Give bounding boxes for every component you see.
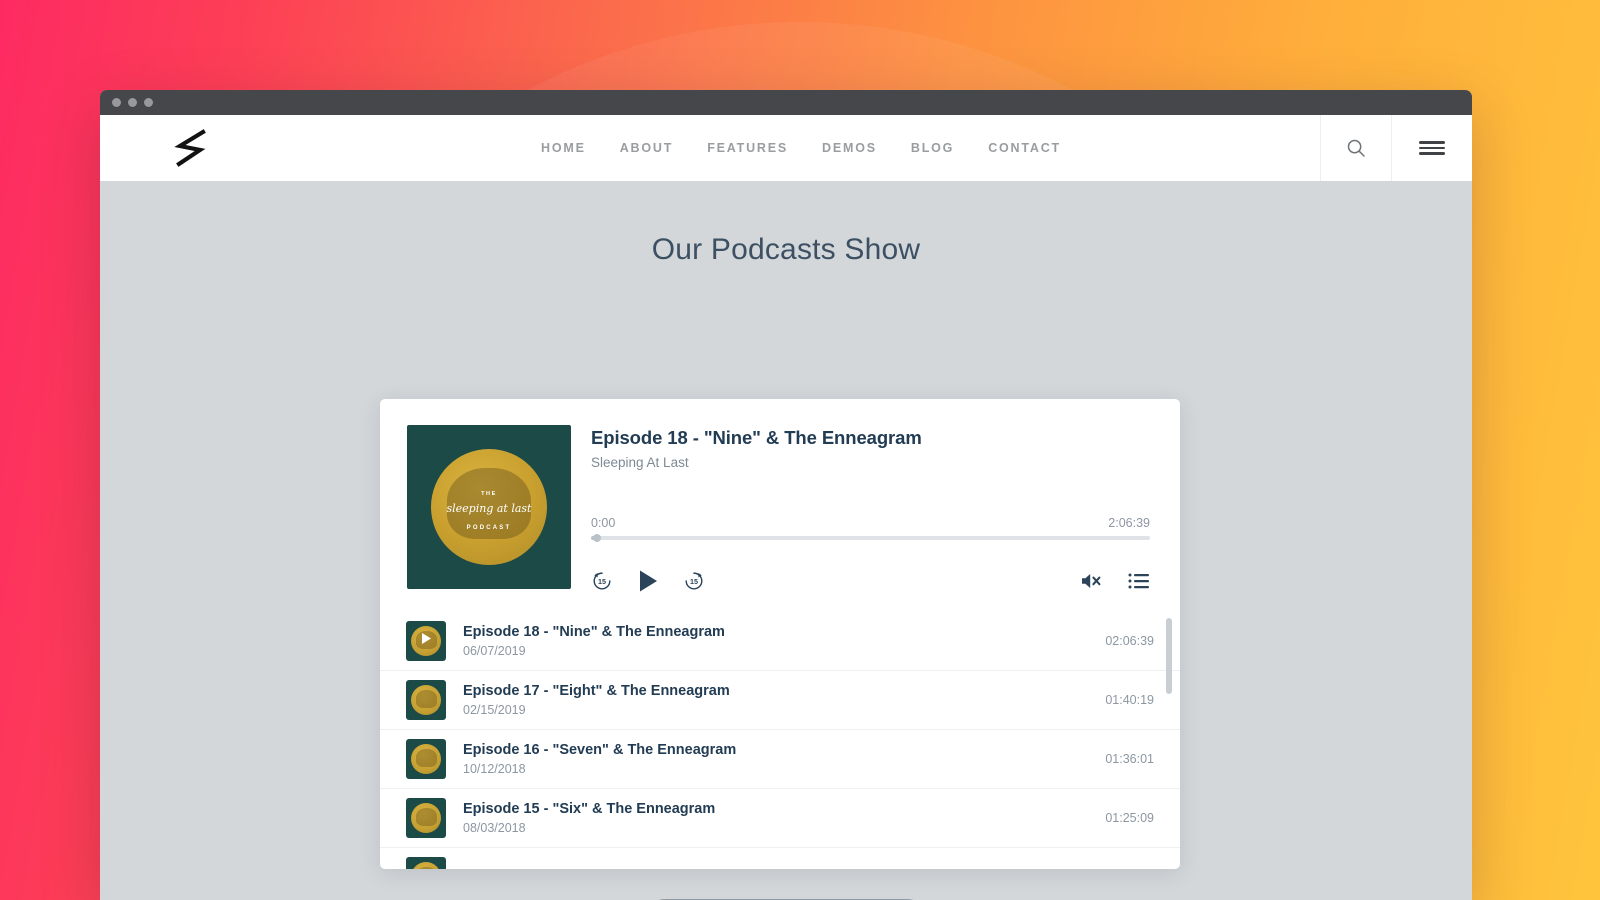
episode-thumbnail-circle xyxy=(411,862,441,869)
episode-row[interactable]: Episode 17 - "Eight" & The Enneagram 02/1… xyxy=(380,671,1180,730)
play-button[interactable] xyxy=(635,568,661,594)
nav-item-demos[interactable]: DEMOS xyxy=(822,141,877,155)
page-background: HOME ABOUT FEATURES DEMOS BLOG CONTACT O… xyxy=(0,0,1600,900)
episode-date: 10/12/2018 xyxy=(463,762,526,776)
album-art-line-the: THE xyxy=(481,490,497,497)
forward-15-button[interactable]: 15 xyxy=(683,570,705,592)
forward-15-icon: 15 xyxy=(685,572,703,590)
episode-title: Episode 16 - "Seven" & The Enneagram xyxy=(463,742,737,758)
logo[interactable] xyxy=(100,115,282,181)
rewind-15-icon: 15 xyxy=(593,572,611,590)
episode-title: Episode 18 - "Nine" & The Enneagram xyxy=(463,624,725,640)
search-button[interactable] xyxy=(1320,115,1391,181)
episode-list: Episode 18 - "Nine" & The Enneagram 06/07… xyxy=(380,612,1180,869)
minimize-window-dot[interactable] xyxy=(128,98,137,107)
episode-thumbnail xyxy=(406,857,446,869)
episode-duration: 01:36:01 xyxy=(1105,752,1154,766)
page-title: Our Podcasts Show xyxy=(651,233,921,266)
nav-item-home[interactable]: HOME xyxy=(541,141,586,155)
total-time: 2:06:39 xyxy=(1108,516,1150,530)
main-navigation: HOME ABOUT FEATURES DEMOS BLOG CONTACT xyxy=(282,115,1320,181)
podcast-player-card: THE sleeping at last PODCAST Episode 18 … xyxy=(380,399,1180,869)
episode-row[interactable]: Episode 14 - "June 30, 2018: PDS 70b - B… xyxy=(380,848,1180,869)
episode-title: Episode 15 - "Six" & The Enneagram xyxy=(463,801,716,817)
episode-thumbnail xyxy=(406,680,446,720)
episode-row[interactable]: Episode 16 - "Seven" & The Enneagram 10/1… xyxy=(380,730,1180,789)
episode-date: 08/03/2018 xyxy=(463,821,526,835)
nav-item-blog[interactable]: BLOG xyxy=(911,141,954,155)
episode-date: 02/15/2019 xyxy=(463,703,526,717)
episode-text: Episode 16 - "Seven" & The Enneagram 10/1… xyxy=(446,742,1091,776)
playlist-icon xyxy=(1128,573,1149,589)
player-header: THE sleeping at last PODCAST Episode 18 … xyxy=(380,399,1180,594)
episode-row[interactable]: Episode 15 - "Six" & The Enneagram 08/03/… xyxy=(380,789,1180,848)
episode-text: Episode 17 - "Eight" & The Enneagram 02/1… xyxy=(446,683,1091,717)
menu-button[interactable] xyxy=(1391,115,1472,181)
page-content: Our Podcasts Show THE sleeping at last P… xyxy=(100,181,1472,900)
episode-thumbnail xyxy=(406,739,446,779)
episode-play-icon xyxy=(419,632,433,651)
hamburger-menu-icon xyxy=(1419,138,1445,158)
episode-thumbnail-circle xyxy=(411,803,441,833)
playback-controls: 15 15 xyxy=(591,568,1150,594)
s-logo-icon xyxy=(174,129,206,167)
playlist-scrollbar-thumb[interactable] xyxy=(1166,618,1172,694)
episode-text: Episode 15 - "Six" & The Enneagram 08/03/… xyxy=(446,801,1091,835)
episode-thumbnail-circle xyxy=(411,685,441,715)
secondary-controls xyxy=(1080,571,1150,591)
episode-duration: 02:06:39 xyxy=(1105,634,1154,648)
episode-title: Episode 17 - "Eight" & The Enneagram xyxy=(463,683,730,699)
progress-block: 0:00 2:06:39 xyxy=(591,516,1150,542)
time-row: 0:00 2:06:39 xyxy=(591,516,1150,530)
now-playing-title: Episode 18 - "Nine" & The Enneagram xyxy=(591,427,922,448)
close-window-dot[interactable] xyxy=(112,98,121,107)
episode-duration: 01:25:09 xyxy=(1105,811,1154,825)
svg-text:15: 15 xyxy=(690,577,698,586)
player-info: Episode 18 - "Nine" & The Enneagram Slee… xyxy=(571,425,1150,594)
current-time: 0:00 xyxy=(591,516,616,530)
episode-thumbnail xyxy=(406,798,446,838)
album-art: THE sleeping at last PODCAST xyxy=(407,425,571,589)
nav-item-about[interactable]: ABOUT xyxy=(620,141,673,155)
nav-item-features[interactable]: FEATURES xyxy=(707,141,788,155)
album-art-line-name: sleeping at last xyxy=(446,502,532,516)
maximize-window-dot[interactable] xyxy=(144,98,153,107)
progress-slider[interactable] xyxy=(591,534,1150,542)
episode-date: 06/07/2019 xyxy=(463,644,526,658)
now-playing-artist: Sleeping At Last xyxy=(591,455,689,470)
play-icon xyxy=(640,570,657,592)
nav-item-contact[interactable]: CONTACT xyxy=(988,141,1061,155)
rewind-15-button[interactable]: 15 xyxy=(591,570,613,592)
progress-handle[interactable] xyxy=(592,534,601,542)
episode-row[interactable]: Episode 18 - "Nine" & The Enneagram 06/07… xyxy=(380,612,1180,671)
site-header: HOME ABOUT FEATURES DEMOS BLOG CONTACT xyxy=(100,115,1472,181)
svg-text:15: 15 xyxy=(598,577,606,586)
playlist-toggle-button[interactable] xyxy=(1128,572,1150,590)
browser-titlebar xyxy=(100,90,1472,115)
episode-thumbnail xyxy=(406,621,446,661)
episode-text: Episode 18 - "Nine" & The Enneagram 06/07… xyxy=(446,624,1091,658)
album-art-line-podcast: PODCAST xyxy=(466,525,512,532)
episode-duration: 01:40:19 xyxy=(1105,693,1154,707)
volume-mute-button[interactable] xyxy=(1080,571,1104,591)
search-icon xyxy=(1347,139,1365,157)
volume-muted-icon xyxy=(1082,574,1101,588)
browser-window: HOME ABOUT FEATURES DEMOS BLOG CONTACT O… xyxy=(100,90,1472,900)
episode-thumbnail-circle xyxy=(411,744,441,774)
